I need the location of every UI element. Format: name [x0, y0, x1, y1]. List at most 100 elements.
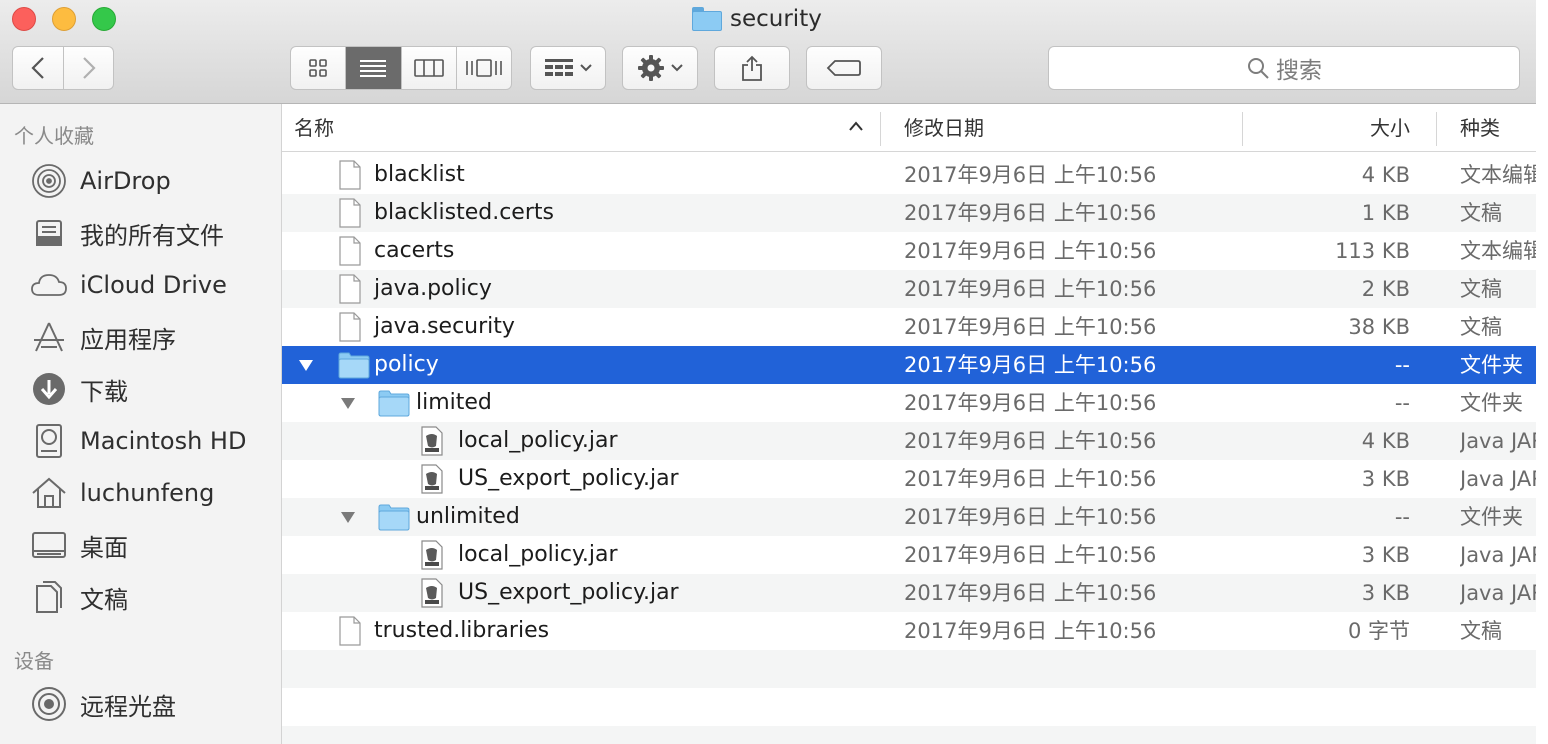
file-size: 3 KB — [1361, 543, 1410, 567]
cover-flow-view-icon — [466, 59, 502, 77]
window-toolbar: security 搜索 — [0, 0, 1536, 104]
file-row[interactable]: java.policy 2017年9月6日 上午10:56 2 KB 文稿 — [282, 270, 1536, 308]
file-row[interactable]: local_policy.jar 2017年9月6日 上午10:56 4 KB Jav… — [282, 422, 1536, 460]
file-kind: Java JAR — [1460, 581, 1536, 605]
folder-icon — [378, 390, 410, 417]
document-icon — [339, 274, 361, 304]
forward-button[interactable] — [63, 47, 113, 89]
file-kind: 文件夹 — [1460, 353, 1523, 377]
sidebar-item-icloud-drive[interactable]: iCloud Drive — [28, 265, 227, 305]
share-icon — [742, 55, 762, 81]
sidebar-item-desktop[interactable]: 桌面 — [28, 525, 128, 565]
file-kind: 文件夹 — [1460, 505, 1523, 529]
file-name: blacklisted.certs — [374, 200, 554, 225]
window-title-text: security — [730, 6, 822, 32]
file-name: java.policy — [374, 276, 492, 301]
file-modified-date: 2017年9月6日 上午10:56 — [904, 201, 1157, 225]
disclosure-triangle-icon[interactable] — [340, 396, 356, 410]
icon-view-button[interactable] — [291, 47, 345, 89]
list-view-icon — [360, 60, 387, 77]
file-modified-date: 2017年9月6日 上午10:56 — [904, 619, 1157, 643]
file-modified-date: 2017年9月6日 上午10:56 — [904, 315, 1157, 339]
column-size-header[interactable]: 大小 — [1370, 104, 1410, 152]
file-modified-date: 2017年9月6日 上午10:56 — [904, 429, 1157, 453]
chevron-down-icon — [671, 64, 683, 72]
search-field[interactable]: 搜索 — [1048, 46, 1520, 90]
sidebar-item-airdrop[interactable]: AirDrop — [28, 161, 171, 201]
gear-icon — [638, 55, 664, 81]
file-modified-date: 2017年9月6日 上午10:56 — [904, 581, 1157, 605]
chevron-left-icon — [31, 57, 44, 79]
minimize-window-button[interactable] — [52, 7, 76, 31]
search-placeholder: 搜索 — [1276, 58, 1322, 84]
optical-disc-icon — [28, 684, 70, 724]
action-menu-button[interactable] — [622, 46, 698, 90]
back-button[interactable] — [13, 47, 63, 89]
file-row[interactable]: policy 2017年9月6日 上午10:56 -- 文件夹 — [282, 346, 1536, 384]
file-size: 1 KB — [1361, 201, 1410, 225]
column-view-icon — [413, 59, 444, 77]
file-row[interactable]: trusted.libraries 2017年9月6日 上午10:56 0 字节 文稿 — [282, 612, 1536, 650]
jar-file-icon — [421, 540, 443, 570]
column-divider[interactable] — [1436, 112, 1437, 146]
sidebar-item-label: 我的所有文件 — [80, 221, 224, 250]
column-header: 名称 修改日期 大小 种类 — [282, 104, 1536, 152]
disclosure-triangle-icon[interactable] — [298, 358, 314, 372]
list-view-button[interactable] — [345, 47, 401, 89]
file-kind: 文稿 — [1460, 277, 1502, 301]
sidebar-item-documents[interactable]: 文稿 — [28, 577, 128, 617]
sidebar-item-applications[interactable]: 应用程序 — [28, 317, 176, 357]
documents-icon — [28, 577, 70, 617]
file-size: 3 KB — [1361, 467, 1410, 491]
cover-flow-view-button[interactable] — [455, 47, 511, 89]
file-modified-date: 2017年9月6日 上午10:56 — [904, 467, 1157, 491]
file-size: 38 KB — [1348, 315, 1410, 339]
file-row[interactable]: java.security 2017年9月6日 上午10:56 38 KB 文稿 — [282, 308, 1536, 346]
sidebar-item-label: luchunfeng — [80, 479, 215, 507]
column-divider[interactable] — [1242, 112, 1243, 146]
file-row[interactable]: US_export_policy.jar 2017年9月6日 上午10:56 3 K… — [282, 574, 1536, 612]
file-modified-date: 2017年9月6日 上午10:56 — [904, 543, 1157, 567]
jar-file-icon — [421, 426, 443, 456]
file-size: 3 KB — [1361, 581, 1410, 605]
column-kind-header[interactable]: 种类 — [1460, 104, 1500, 152]
document-icon — [339, 236, 361, 266]
file-row[interactable]: blacklist 2017年9月6日 上午10:56 4 KB 文本编辑 — [282, 156, 1536, 194]
arrange-button[interactable] — [530, 46, 606, 90]
home-icon — [28, 473, 70, 513]
file-row[interactable]: limited 2017年9月6日 上午10:56 -- 文件夹 — [282, 384, 1536, 422]
cloud-icon — [28, 265, 70, 305]
edit-tags-button[interactable] — [806, 46, 882, 90]
file-row[interactable]: blacklisted.certs 2017年9月6日 上午10:56 1 KB 文稿 — [282, 194, 1536, 232]
file-size: 4 KB — [1361, 429, 1410, 453]
sidebar-item-all-files[interactable]: 我的所有文件 — [28, 213, 224, 253]
zoom-window-button[interactable] — [92, 7, 116, 31]
file-row[interactable]: US_export_policy.jar 2017年9月6日 上午10:56 3 K… — [282, 460, 1536, 498]
file-row[interactable]: unlimited 2017年9月6日 上午10:56 -- 文件夹 — [282, 498, 1536, 536]
sidebar-item-label: iCloud Drive — [80, 271, 227, 299]
file-row[interactable]: local_policy.jar 2017年9月6日 上午10:56 3 KB Jav… — [282, 536, 1536, 574]
window-title: security — [692, 4, 822, 34]
disclosure-triangle-icon[interactable] — [340, 510, 356, 524]
share-button[interactable] — [714, 46, 790, 90]
column-date-header[interactable]: 修改日期 — [904, 104, 984, 152]
sidebar-item-label: Macintosh HD — [80, 427, 247, 455]
sidebar-item-remote-disc[interactable]: 远程光盘 — [28, 684, 176, 724]
column-divider[interactable] — [880, 112, 881, 146]
sidebar-item-label: 应用程序 — [80, 325, 176, 354]
sidebar-item-downloads[interactable]: 下载 — [28, 369, 128, 409]
file-name: java.security — [374, 314, 515, 339]
sidebar-item-home[interactable]: luchunfeng — [28, 473, 214, 513]
desktop-icon — [28, 525, 70, 565]
sidebar: 个人收藏 AirDrop 我的所有文件 iCloud Drive 应用程序 下载… — [0, 104, 282, 744]
file-kind: Java JAR — [1460, 429, 1536, 453]
sidebar-section-favorites: 个人收藏 — [14, 124, 94, 148]
column-view-button[interactable] — [400, 47, 456, 89]
file-name: blacklist — [374, 162, 465, 187]
file-modified-date: 2017年9月6日 上午10:56 — [904, 353, 1157, 377]
sidebar-item-macintosh-hd[interactable]: Macintosh HD — [28, 421, 246, 461]
file-row[interactable]: cacerts 2017年9月6日 上午10:56 113 KB 文本编辑 — [282, 232, 1536, 270]
file-kind: 文稿 — [1460, 315, 1502, 339]
close-window-button[interactable] — [12, 7, 36, 31]
column-name-header[interactable]: 名称 — [294, 104, 334, 152]
